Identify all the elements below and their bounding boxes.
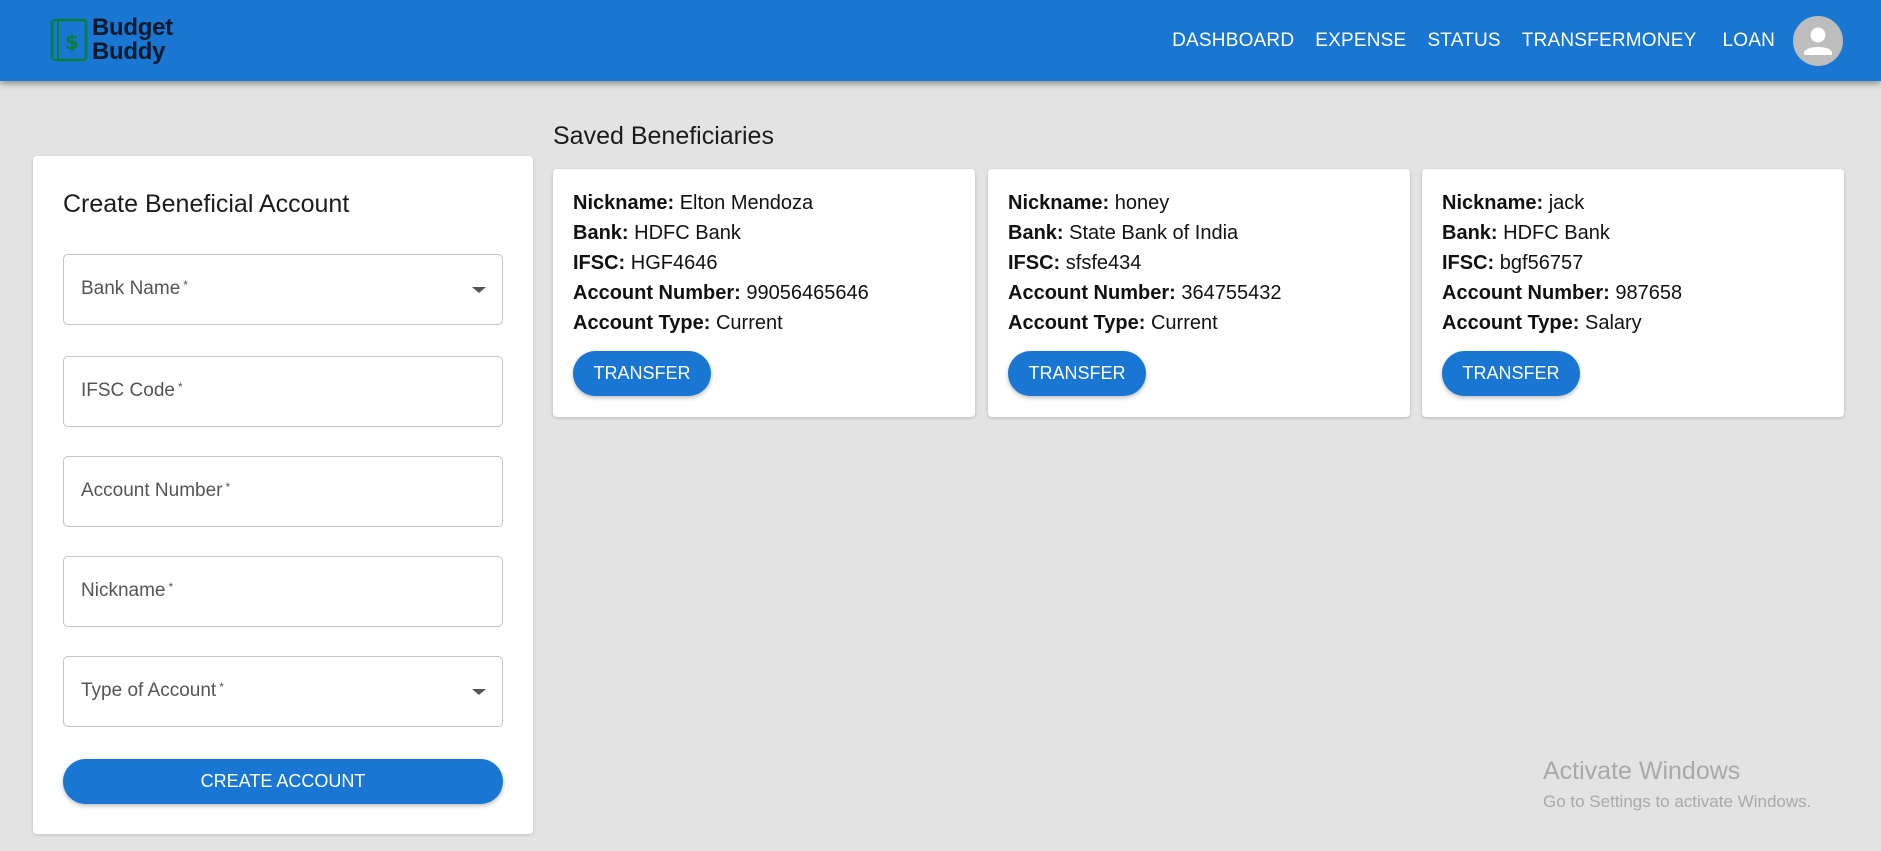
nickname-row: Nickname: honey xyxy=(1008,192,1170,214)
ifsc-row: IFSC: bgf56757 xyxy=(1442,252,1584,274)
avatar[interactable] xyxy=(1793,15,1843,66)
chevron-down-icon xyxy=(472,689,486,695)
transfer-button[interactable]: TRANSFER xyxy=(1442,351,1580,396)
wallet-dollar-icon: $ xyxy=(50,18,88,62)
transfer-button[interactable]: TRANSFER xyxy=(1008,351,1146,396)
bank-name-select[interactable]: Bank Name * xyxy=(63,254,503,325)
nav-expense[interactable]: EXPENSE xyxy=(1315,30,1406,52)
bank-row: Bank: State Bank of India xyxy=(1008,222,1239,244)
watermark-title: Activate Windows xyxy=(1543,757,1741,785)
create-account-button[interactable]: CREATE ACCOUNT xyxy=(63,759,503,804)
transfer-button[interactable]: TRANSFER xyxy=(573,351,711,396)
account-type-row: Account Type: Current xyxy=(573,312,783,334)
account-number-row: Account Number: 987658 xyxy=(1442,282,1683,304)
beneficiary-card: Nickname: honey Bank: State Bank of Indi… xyxy=(988,169,1410,417)
account-type-row: Account Type: Salary xyxy=(1442,312,1642,334)
nickname-row: Nickname: jack xyxy=(1442,192,1585,214)
account-type-select[interactable]: Type of Account * xyxy=(63,656,503,727)
ifsc-row: IFSC: sfsfe434 xyxy=(1008,252,1142,274)
watermark-subtitle: Go to Settings to activate Windows. xyxy=(1543,792,1812,811)
bank-row: Bank: HDFC Bank xyxy=(1442,222,1610,244)
account-type-label: Type of Account * xyxy=(81,680,224,701)
bank-row: Bank: HDFC Bank xyxy=(573,222,741,244)
nickname-label: Nickname * xyxy=(81,580,174,601)
nav-transfermoney[interactable]: TRANSFERMONEY xyxy=(1522,30,1697,52)
ifsc-row: IFSC: HGF4646 xyxy=(573,252,718,274)
logo-line2: Buddy xyxy=(92,38,166,65)
svg-text:$: $ xyxy=(65,30,79,54)
beneficiary-card: Nickname: jack Bank: HDFC Bank IFSC: bgf… xyxy=(1422,169,1844,417)
logo[interactable]: $ Budget Buddy xyxy=(50,16,173,64)
ifsc-code-input[interactable]: IFSC Code * xyxy=(63,356,503,427)
nickname-input[interactable]: Nickname * xyxy=(63,556,503,627)
activate-windows-watermark: Activate Windows Go to Settings to activ… xyxy=(1543,757,1811,812)
account-number-label: Account Number * xyxy=(81,480,231,501)
nickname-row: Nickname: Elton Mendoza xyxy=(573,192,814,214)
logo-text: Budget Buddy xyxy=(92,16,173,64)
account-number-input[interactable]: Account Number * xyxy=(63,456,503,527)
nav-dashboard[interactable]: DASHBOARD xyxy=(1172,30,1294,52)
account-number-row: Account Number: 364755432 xyxy=(1008,282,1282,304)
nav-loan[interactable]: LOAN xyxy=(1722,30,1775,52)
form-title: Create Beneficial Account xyxy=(63,190,350,218)
account-type-row: Account Type: Current xyxy=(1008,312,1218,334)
bank-name-label: Bank Name * xyxy=(81,278,188,299)
nav-status[interactable]: STATUS xyxy=(1427,30,1500,52)
logo-line1: Budget xyxy=(92,14,173,41)
saved-beneficiaries-title: Saved Beneficiaries xyxy=(553,122,774,150)
nav-menu: DASHBOARD EXPENSE STATUS TRANSFERMONEY L… xyxy=(1151,0,1843,81)
ifsc-code-label: IFSC Code * xyxy=(81,380,183,401)
beneficiary-card: Nickname: Elton Mendoza Bank: HDFC Bank … xyxy=(553,169,975,417)
account-circle-icon xyxy=(1804,27,1832,55)
account-number-row: Account Number: 99056465646 xyxy=(573,282,869,304)
app-bar: $ Budget Buddy DASHBOARD EXPENSE STATUS … xyxy=(0,0,1881,81)
chevron-down-icon xyxy=(472,287,486,293)
